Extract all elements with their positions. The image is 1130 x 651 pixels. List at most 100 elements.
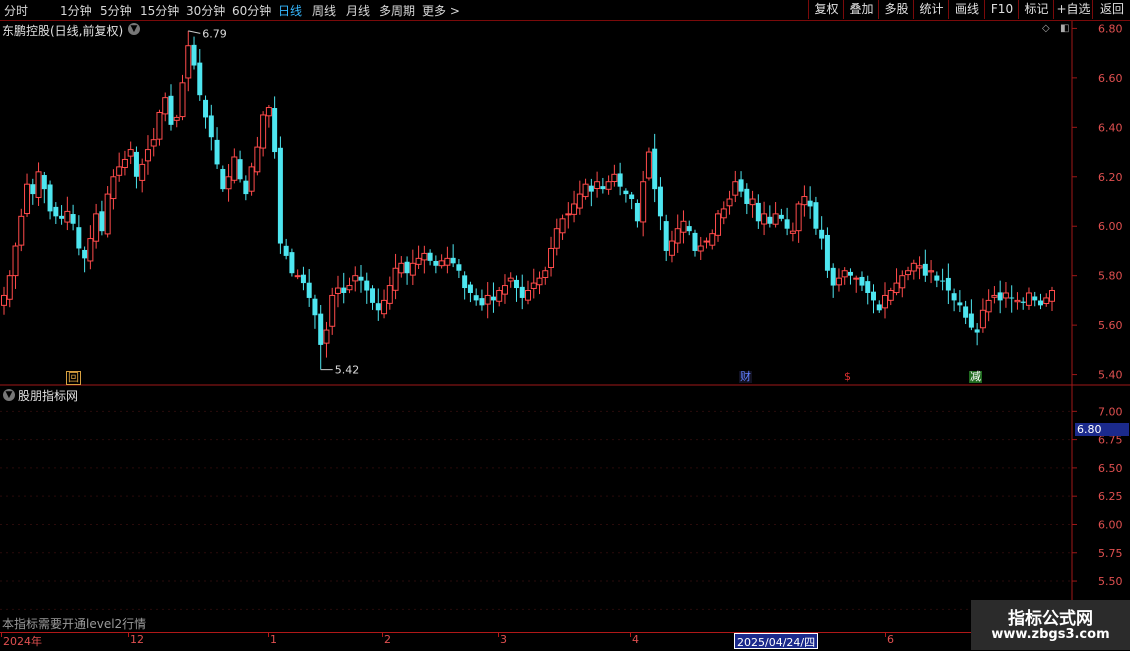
tool-button-2[interactable]: 多股 <box>878 0 914 19</box>
candle-body <box>934 275 940 281</box>
candle-body <box>922 263 928 276</box>
candle-body <box>473 295 479 301</box>
candle-body <box>905 270 912 276</box>
period-tab-4[interactable]: 30分钟 <box>186 2 225 19</box>
period-tab-6[interactable]: 日线 <box>278 2 302 19</box>
candle-body <box>479 298 485 306</box>
tool-button-5[interactable]: F10 <box>984 0 1019 19</box>
candle-body <box>53 206 59 217</box>
candle-body <box>536 277 543 286</box>
candle-body <box>674 228 681 244</box>
tool-button-6[interactable]: 标记 <box>1018 0 1054 19</box>
tool-button-1[interactable]: 叠加 <box>843 0 879 19</box>
candle-body <box>824 234 830 271</box>
candle-body <box>703 240 710 243</box>
candle-body <box>243 180 249 195</box>
candle-body <box>1002 292 1009 299</box>
period-tab-5[interactable]: 60分钟 <box>232 2 271 19</box>
candle-body <box>496 290 503 302</box>
timeline-label-4: 3 <box>500 633 507 646</box>
main-tick-label: 6.40 <box>1098 121 1123 134</box>
candle-body <box>121 158 128 168</box>
panel-toggle-icon[interactable]: ◧ <box>1060 24 1070 34</box>
period-tab-1[interactable]: 1分钟 <box>60 2 92 19</box>
candle-body <box>813 202 819 229</box>
candle-body <box>1020 301 1026 303</box>
chevron-down-icon[interactable]: ▼ <box>3 389 15 401</box>
candle-body <box>744 188 750 204</box>
marker-reduce-icon[interactable]: 减 <box>969 371 982 383</box>
sub-panel-title: 股朋指标网 <box>18 389 79 403</box>
candle-body <box>341 287 347 293</box>
sub-tick-label: 6.00 <box>1098 518 1123 531</box>
timeline-tick <box>498 633 499 637</box>
candle-body <box>358 276 364 281</box>
candle-body <box>963 306 969 318</box>
candle-body <box>12 245 19 277</box>
candle-body <box>778 214 784 219</box>
period-tab-2[interactable]: 5分钟 <box>100 2 132 19</box>
candle-body <box>663 221 669 251</box>
tool-button-8[interactable]: 返回 <box>1092 0 1130 19</box>
candle-body <box>1032 296 1038 301</box>
candle-body <box>887 290 894 301</box>
candle-body <box>6 275 13 300</box>
timeline-tick <box>128 633 129 637</box>
current-value-tag: 6.80 <box>1075 423 1129 436</box>
candle-body <box>144 149 151 162</box>
marker-dividend-icon[interactable]: $ <box>843 371 852 383</box>
candle-body <box>830 267 836 286</box>
candle-body <box>197 62 203 96</box>
main-candles[interactable] <box>1 30 1055 370</box>
timeline-label-7: 6 <box>887 633 894 646</box>
candle-body <box>859 276 865 286</box>
candle-body <box>99 211 105 232</box>
period-tab-10[interactable]: 更多 > <box>422 2 460 19</box>
candle-body <box>421 252 428 261</box>
candle-body <box>329 294 336 327</box>
diamond-icon[interactable]: ◇ <box>1042 24 1052 34</box>
candle-body <box>312 298 318 316</box>
candle-body <box>220 168 226 190</box>
candle-body <box>294 275 301 278</box>
candle-body <box>168 95 174 125</box>
period-tab-8[interactable]: 月线 <box>346 2 370 19</box>
kline-chart[interactable]: 6.80 6.60 6.40 6.20 6.00 5.80 5.60 5.40 7.00 6.7… <box>0 0 1130 650</box>
period-tab-0[interactable]: 分时 <box>4 2 28 19</box>
candle-body <box>882 294 889 309</box>
timeline-label-1: 12 <box>130 633 144 646</box>
candle-body <box>260 114 267 149</box>
candle-body <box>346 285 353 291</box>
candle-body <box>979 309 986 329</box>
candle-body <box>715 213 722 236</box>
candle-body <box>749 198 756 206</box>
timeline-tick <box>382 633 383 637</box>
sub-tick-label: 6.50 <box>1098 462 1123 475</box>
timeline-label-0: 2024年 <box>3 635 42 648</box>
candle-body <box>1014 299 1021 303</box>
candle-body <box>185 45 192 79</box>
candle-body <box>629 194 635 200</box>
tool-button-4[interactable]: 画线 <box>948 0 985 19</box>
candle-body <box>272 108 278 153</box>
marker-finance-icon[interactable]: 财 <box>739 371 752 383</box>
candle-body <box>732 181 739 196</box>
candle-body <box>513 279 519 289</box>
candle-body <box>76 227 82 249</box>
candle-body <box>35 171 42 198</box>
candle-body <box>214 139 220 165</box>
tool-button-7[interactable]: +自选 <box>1053 0 1093 19</box>
chevron-down-icon[interactable]: ▼ <box>128 23 140 35</box>
period-tab-7[interactable]: 周线 <box>312 2 336 19</box>
marker-review-icon[interactable]: 回 <box>66 371 81 385</box>
tool-button-0[interactable]: 复权 <box>808 0 844 19</box>
period-tab-9[interactable]: 多周期 <box>379 2 415 19</box>
tool-button-3[interactable]: 统计 <box>913 0 949 19</box>
candle-body <box>755 202 761 222</box>
period-tab-3[interactable]: 15分钟 <box>140 2 179 19</box>
level2-note: 本指标需要开通level2行情 <box>2 617 147 631</box>
candle-body <box>726 198 733 207</box>
main-tick-label: 5.40 <box>1098 369 1123 382</box>
candle-body <box>835 277 842 286</box>
candle-body <box>692 232 698 251</box>
